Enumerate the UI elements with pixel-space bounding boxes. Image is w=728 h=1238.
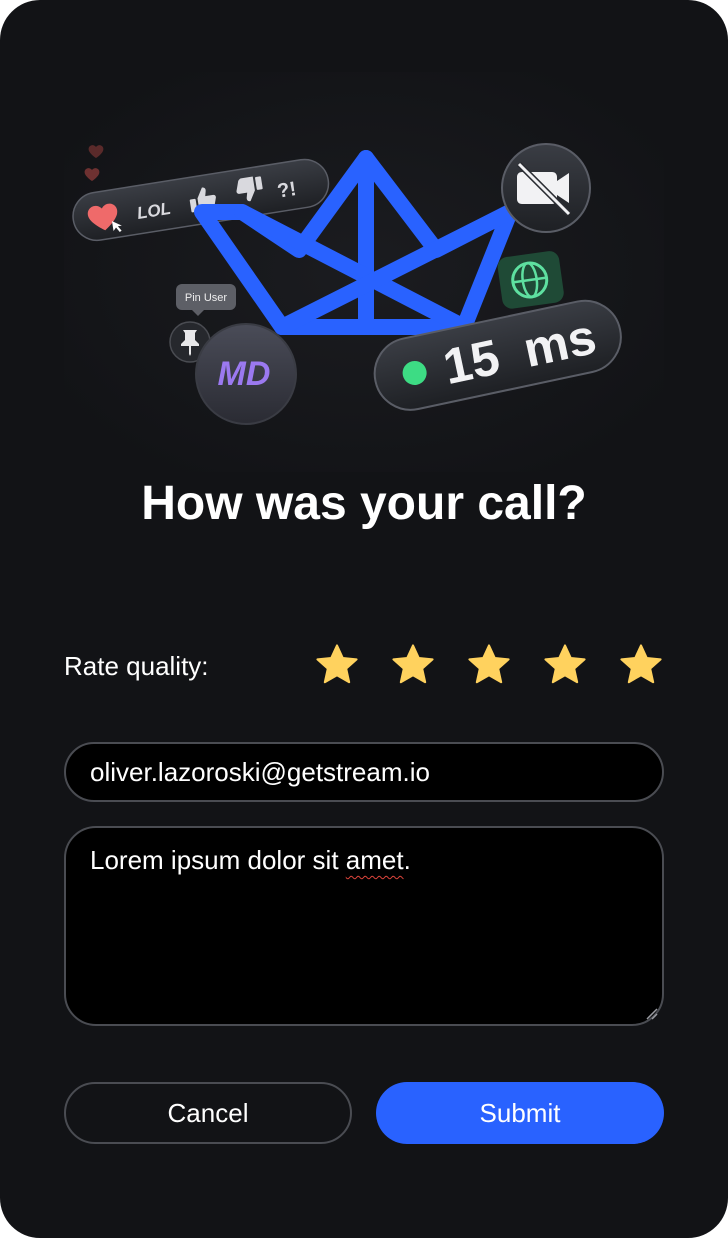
avatar-initials: MD: [218, 355, 271, 393]
dialog-title: How was your call?: [141, 477, 587, 530]
rating-label: Rate quality:: [64, 651, 209, 681]
globe-icon: [497, 251, 564, 309]
pin-tooltip-label: Pin User: [185, 292, 228, 304]
star-5-icon[interactable]: [616, 638, 666, 692]
email-field[interactable]: [64, 742, 664, 802]
feedback-dialog: LOL ?! 15 ms Pin User MD How was your ca…: [0, 0, 728, 1238]
message-textarea[interactable]: Lorem ipsum dolor sit amet.: [64, 826, 664, 1026]
star-1-icon[interactable]: [312, 638, 362, 692]
avatar: MD: [195, 323, 297, 425]
message-text-start: Lorem ipsum dolor sit: [90, 845, 346, 875]
latency-value: 15: [438, 329, 504, 395]
cancel-button[interactable]: Cancel: [64, 1082, 352, 1144]
star-rating: [312, 638, 666, 692]
star-4-icon[interactable]: [540, 638, 590, 692]
submit-button[interactable]: Submit: [376, 1082, 664, 1144]
star-2-icon[interactable]: [388, 638, 438, 692]
hero-illustration: LOL ?! 15 ms Pin User MD: [64, 72, 664, 472]
reaction-interrobang: ?!: [276, 178, 298, 203]
resize-handle-icon[interactable]: [644, 1006, 658, 1020]
video-off-icon: [501, 143, 591, 233]
star-3-icon[interactable]: [464, 638, 514, 692]
message-text-misspelled: amet: [345, 845, 404, 875]
message-text-end: .: [403, 845, 411, 875]
